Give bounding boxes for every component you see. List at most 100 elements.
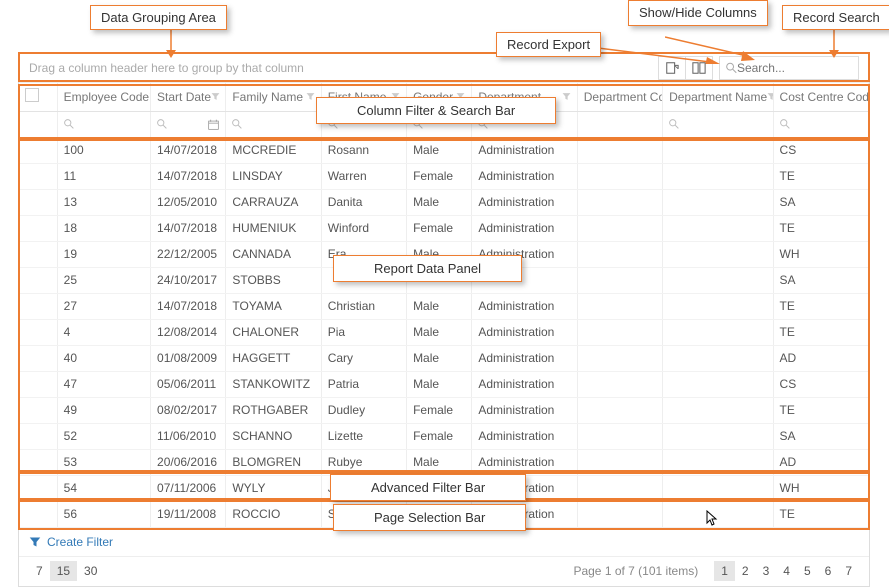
page-1[interactable]: 1 bbox=[714, 561, 735, 581]
cell-family: CARRAUZA bbox=[226, 189, 321, 215]
cell-sel bbox=[19, 371, 57, 397]
advanced-filter-bar[interactable]: Create Filter bbox=[19, 528, 869, 556]
table-row[interactable]: 2714/07/2018TOYAMAChristianMaleAdministr… bbox=[19, 293, 869, 319]
cell-costCentre: TE bbox=[773, 501, 868, 527]
select-all-checkbox[interactable] bbox=[25, 88, 39, 102]
cell-family: ROTHGABER bbox=[226, 397, 321, 423]
col-filter-deptName2[interactable] bbox=[663, 111, 773, 137]
cell-family: STOBBS bbox=[226, 267, 321, 293]
cell-deptName2 bbox=[663, 345, 773, 371]
page-size-15[interactable]: 15 bbox=[50, 561, 77, 581]
cell-empCode: 53 bbox=[57, 449, 150, 475]
cell-deptName2 bbox=[663, 215, 773, 241]
search-input[interactable] bbox=[737, 58, 852, 78]
page-7[interactable]: 7 bbox=[838, 561, 859, 581]
cell-costCentre: TE bbox=[773, 397, 868, 423]
filter-icon[interactable] bbox=[562, 92, 571, 101]
col-filter-costCentre[interactable] bbox=[773, 111, 868, 137]
cell-first: Winford bbox=[321, 215, 406, 241]
col-filter-empCode[interactable] bbox=[57, 111, 150, 137]
page-4[interactable]: 4 bbox=[776, 561, 797, 581]
table-row[interactable]: 4705/06/2011STANKOWITZPatriaMaleAdminist… bbox=[19, 371, 869, 397]
cell-sel bbox=[19, 475, 57, 501]
table-row[interactable]: 10014/07/2018MCCREDIERosannMaleAdministr… bbox=[19, 137, 869, 163]
overlay-col-filter: Column Filter & Search Bar bbox=[316, 97, 556, 124]
table-row[interactable]: 5211/06/2010SCHANNOLizetteFemaleAdminist… bbox=[19, 423, 869, 449]
col-header-empCode[interactable]: Employee Code bbox=[57, 83, 150, 111]
filter-icon[interactable] bbox=[211, 92, 220, 101]
page-size-7[interactable]: 7 bbox=[29, 561, 50, 581]
search-icon bbox=[726, 62, 737, 74]
col-filter-sel[interactable] bbox=[19, 111, 57, 137]
col-filter-start[interactable] bbox=[151, 111, 226, 137]
cell-sel bbox=[19, 319, 57, 345]
cell-start: 05/06/2011 bbox=[151, 371, 226, 397]
cell-gender: Female bbox=[407, 215, 472, 241]
page-size-30[interactable]: 30 bbox=[77, 561, 104, 581]
col-header-family[interactable]: Family Name bbox=[226, 83, 321, 111]
create-filter-link[interactable]: Create Filter bbox=[47, 535, 113, 549]
col-filter-family[interactable] bbox=[226, 111, 321, 137]
cell-deptName2 bbox=[663, 449, 773, 475]
cell-start: 08/02/2017 bbox=[151, 397, 226, 423]
cell-sel bbox=[19, 137, 57, 163]
col-header-costCentre[interactable]: Cost Centre Code bbox=[773, 83, 868, 111]
columns-button[interactable] bbox=[685, 56, 713, 80]
page-3[interactable]: 3 bbox=[756, 561, 777, 581]
cell-family: ROCCIO bbox=[226, 501, 321, 527]
cell-costCentre: AD bbox=[773, 449, 868, 475]
filter-icon[interactable] bbox=[767, 92, 773, 101]
cell-deptCode bbox=[577, 449, 662, 475]
cell-gender: Male bbox=[407, 371, 472, 397]
export-button[interactable] bbox=[658, 56, 686, 80]
cell-deptCode bbox=[577, 267, 662, 293]
filter-icon[interactable] bbox=[306, 92, 315, 101]
cell-empCode: 56 bbox=[57, 501, 150, 527]
table-row[interactable]: 1312/05/2010CARRAUZADanitaMaleAdministra… bbox=[19, 189, 869, 215]
search-box[interactable] bbox=[719, 56, 859, 80]
cell-deptName2 bbox=[663, 319, 773, 345]
cell-deptCode bbox=[577, 475, 662, 501]
cell-start: 19/11/2008 bbox=[151, 501, 226, 527]
col-header-sel[interactable] bbox=[19, 83, 57, 111]
cell-deptName1: Administration bbox=[472, 423, 577, 449]
cell-gender: Male bbox=[407, 137, 472, 163]
table-row[interactable]: 1114/07/2018LINSDAYWarrenFemaleAdministr… bbox=[19, 163, 869, 189]
page-2[interactable]: 2 bbox=[735, 561, 756, 581]
cell-empCode: 27 bbox=[57, 293, 150, 319]
search-icon bbox=[780, 119, 862, 129]
cell-family: SCHANNO bbox=[226, 423, 321, 449]
cell-deptCode bbox=[577, 215, 662, 241]
page-6[interactable]: 6 bbox=[818, 561, 839, 581]
cell-deptName1: Administration bbox=[472, 449, 577, 475]
col-filter-deptCode[interactable] bbox=[577, 111, 662, 137]
cell-first: Pia bbox=[321, 319, 406, 345]
cell-empCode: 25 bbox=[57, 267, 150, 293]
calendar-icon[interactable] bbox=[208, 119, 219, 130]
col-header-deptName2[interactable]: Department Name bbox=[663, 83, 773, 111]
cell-first: Patria bbox=[321, 371, 406, 397]
cell-costCentre: SA bbox=[773, 267, 868, 293]
grouping-bar[interactable]: Drag a column header here to group by th… bbox=[19, 53, 869, 83]
overlay-data-panel: Report Data Panel bbox=[333, 255, 522, 282]
col-header-deptCode[interactable]: Department Code bbox=[577, 83, 662, 111]
overlay-adv-filter: Advanced Filter Bar bbox=[330, 474, 526, 501]
table-row[interactable]: 1814/07/2018HUMENIUKWinfordFemaleAdminis… bbox=[19, 215, 869, 241]
col-header-start[interactable]: Start Date bbox=[151, 83, 226, 111]
table-row[interactable]: 5320/06/2016BLOMGRENRubyeMaleAdministrat… bbox=[19, 449, 869, 475]
table-row[interactable]: 4001/08/2009HAGGETTCaryMaleAdministratio… bbox=[19, 345, 869, 371]
cell-empCode: 54 bbox=[57, 475, 150, 501]
cell-sel bbox=[19, 241, 57, 267]
table-row[interactable]: 412/08/2014CHALONERPiaMaleAdministration… bbox=[19, 319, 869, 345]
table-row[interactable]: 4908/02/2017ROTHGABERDudleyFemaleAdminis… bbox=[19, 397, 869, 423]
pager-bar: 71530 Page 1 of 7 (101 items) 1234567 bbox=[19, 556, 869, 586]
page-5[interactable]: 5 bbox=[797, 561, 818, 581]
cell-gender: Female bbox=[407, 397, 472, 423]
cell-deptCode bbox=[577, 397, 662, 423]
cell-gender: Male bbox=[407, 189, 472, 215]
cell-gender: Female bbox=[407, 423, 472, 449]
cell-empCode: 11 bbox=[57, 163, 150, 189]
cell-family: MCCREDIE bbox=[226, 137, 321, 163]
cell-deptCode bbox=[577, 163, 662, 189]
cell-costCentre: WH bbox=[773, 241, 868, 267]
